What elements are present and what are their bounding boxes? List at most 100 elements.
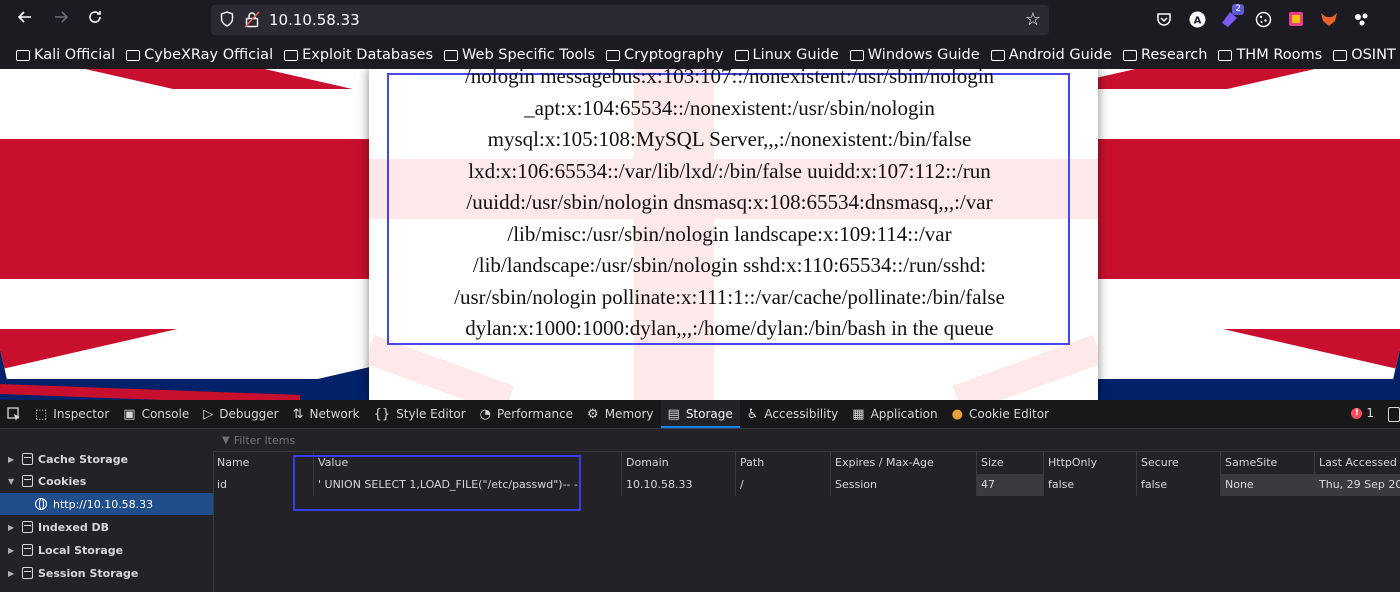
sidebar-label: Session Storage (38, 566, 139, 580)
bookmark-osint[interactable]: OSINT (1333, 47, 1396, 63)
folder-icon (16, 50, 30, 61)
expand-arrow-icon: ▶ (8, 522, 15, 532)
message-line: /nologin messagebus:x:103:107::/nonexist… (464, 69, 995, 88)
table-cell[interactable]: 10.10.58.33 (621, 474, 735, 496)
bookmark-kali-official[interactable]: Kali Official (16, 47, 115, 63)
tab-performance[interactable]: ◔ Performance (473, 400, 580, 428)
message-line: /usr/sbin/nologin pollinate:x:111:1::/va… (454, 284, 1005, 309)
sidebar-item-cache-storage[interactable]: ▶ Cache Storage (0, 448, 213, 470)
extension-icon[interactable] (1284, 6, 1308, 32)
column-header[interactable]: SameSite (1220, 452, 1314, 474)
bookmark-cybexray-official[interactable]: CybeXRay Official (126, 47, 273, 63)
message-line: /uuidd:/usr/sbin/nologin dnsmasq:x:108:6… (466, 190, 993, 214)
devtools-panel: ⬚ Inspector ▣ Console ▷ Debugger ⇅ Network {… (0, 400, 1400, 592)
tab-inspector[interactable]: ⬚ Inspector (28, 400, 116, 428)
bookmark-exploit-databases[interactable]: Exploit Databases (284, 47, 433, 63)
url-text[interactable]: 10.10.58.33 (269, 11, 360, 29)
browser-toolbar: 10.10.58.33 ☆ A 2 (0, 0, 1400, 40)
bookmark-label: Research (1140, 46, 1208, 63)
reload-button[interactable] (84, 9, 106, 31)
tab-memory[interactable]: ⚙ Memory (580, 400, 660, 428)
performance-icon: ◔ (479, 406, 491, 422)
sidebar-item-indexed-db[interactable]: ▶ Indexed DB (0, 516, 213, 538)
tab-label: Debugger (219, 407, 279, 421)
sidebar-item-session-storage[interactable]: ▶ Session Storage (0, 562, 213, 584)
console-icon: ▣ (123, 406, 136, 422)
storage-db-icon (22, 475, 33, 487)
tracking-shield-icon[interactable] (220, 11, 234, 27)
debugger-icon: ▷ (203, 406, 214, 422)
message-line: /lib/landscape:/usr/sbin/nologin sshd:x:… (472, 253, 987, 277)
wappalyzer-icon[interactable] (1350, 6, 1374, 32)
tab-storage[interactable]: ▤ Storage (660, 400, 740, 428)
bookmark-thm-rooms[interactable]: THM Rooms (1218, 47, 1322, 63)
tab-debugger[interactable]: ▷ Debugger (196, 400, 285, 428)
bookmark-android-guide[interactable]: Android Guide (990, 47, 1112, 63)
tab-label: Cookie Editor (968, 407, 1050, 421)
table-cell[interactable]: Thu, 29 Sep 2022 (1314, 474, 1400, 496)
sidebar-label: Indexed DB (38, 520, 110, 534)
svg-text:A: A (1193, 15, 1201, 26)
account-icon[interactable]: A (1185, 6, 1209, 32)
expand-arrow-icon: ▶ (8, 568, 15, 578)
tab-style-editor[interactable]: {} Style Editor (367, 400, 473, 428)
table-cell[interactable]: false (1043, 474, 1136, 496)
table-cell[interactable]: 47 (976, 474, 1043, 496)
sidebar-label: http://10.10.58.33 (53, 497, 154, 511)
tab-label: Network (309, 407, 360, 421)
column-header[interactable]: Path (735, 452, 830, 474)
page-viewport: /nologin messagebus:x:103:107::/nonexist… (0, 69, 1400, 400)
table-cell[interactable]: / (735, 474, 830, 496)
tab-label: Accessibility (764, 407, 839, 421)
error-count: 1 (1366, 406, 1374, 420)
folder-icon (606, 50, 621, 61)
tab-accessibility[interactable]: ♿ Accessibility (740, 400, 846, 428)
sidebar-item-cookie-host[interactable]: http://10.10.58.33 (0, 493, 213, 515)
storage-db-icon (22, 567, 33, 579)
column-header[interactable]: Expires / Max-Age (830, 452, 976, 474)
message-line: lxd:x:106:65534::/var/lib/lxd/:/bin/fals… (468, 158, 991, 183)
bookmark-web-specific-tools[interactable]: Web Specific Tools (444, 47, 595, 63)
pocket-icon[interactable] (1152, 6, 1176, 32)
tab-cookie-editor[interactable]: ● Cookie Editor (945, 400, 1056, 428)
extension-badge-icon[interactable]: 2 (1218, 4, 1244, 32)
bookmark-label: Web Specific Tools (462, 46, 596, 63)
tab-network[interactable]: ⇅ Network (286, 400, 367, 428)
sidebar-item-cookies[interactable]: ▼ Cookies (0, 470, 213, 492)
tab-label: Inspector (53, 407, 110, 421)
style-editor-icon: {} (373, 406, 391, 422)
cookie-icon[interactable] (1251, 6, 1275, 32)
filter-bar[interactable]: ▼ Filter Items (213, 429, 1400, 452)
tab-application[interactable]: ▦ Application (845, 400, 944, 428)
message-line: dylan:x:1000:1000:dylan,,,:/home/dylan:/… (465, 316, 994, 340)
expand-arrow-icon: ▶ (8, 454, 15, 464)
column-header[interactable]: Size (976, 452, 1043, 474)
extension-badge-count: 2 (1232, 4, 1244, 15)
element-picker-button[interactable] (0, 400, 28, 428)
table-cell[interactable]: Session (830, 474, 976, 496)
dock-options-icon[interactable] (1388, 407, 1400, 422)
error-count-badge[interactable]: ! 1 (1351, 406, 1374, 420)
foxyproxy-icon[interactable] (1317, 6, 1341, 32)
storage-sidebar: ▶ Cache Storage ▼ Cookies http://10.10.58.… (0, 429, 214, 592)
table-cell[interactable]: false (1136, 474, 1220, 496)
back-button[interactable] (14, 9, 36, 31)
network-icon: ⇅ (292, 406, 304, 422)
bookmark-star-icon[interactable]: ☆ (1025, 9, 1041, 30)
bookmark-research[interactable]: Research (1122, 46, 1208, 63)
table-cell[interactable]: None (1220, 474, 1314, 496)
bookmark-cryptography[interactable]: Cryptography (606, 47, 724, 63)
bookmark-linux-guide[interactable]: Linux Guide (734, 47, 839, 63)
column-header[interactable]: Secure (1136, 452, 1220, 474)
bookmark-windows-guide[interactable]: Windows Guide (849, 47, 980, 63)
address-bar[interactable]: 10.10.58.33 ☆ (211, 5, 1049, 35)
bookmarks-toolbar: Kali Official CybeXRay Official Exploit … (0, 40, 1400, 69)
column-header[interactable]: Domain (621, 452, 735, 474)
column-header[interactable]: Last Accessed (1314, 452, 1400, 474)
forward-button[interactable] (50, 9, 72, 31)
expand-arrow-icon: ▶ (8, 545, 15, 555)
column-header[interactable]: HttpOnly (1043, 452, 1136, 474)
tab-console[interactable]: ▣ Console (116, 400, 196, 428)
sidebar-item-local-storage[interactable]: ▶ Local Storage (0, 539, 213, 561)
insecure-lock-icon[interactable] (244, 11, 260, 28)
